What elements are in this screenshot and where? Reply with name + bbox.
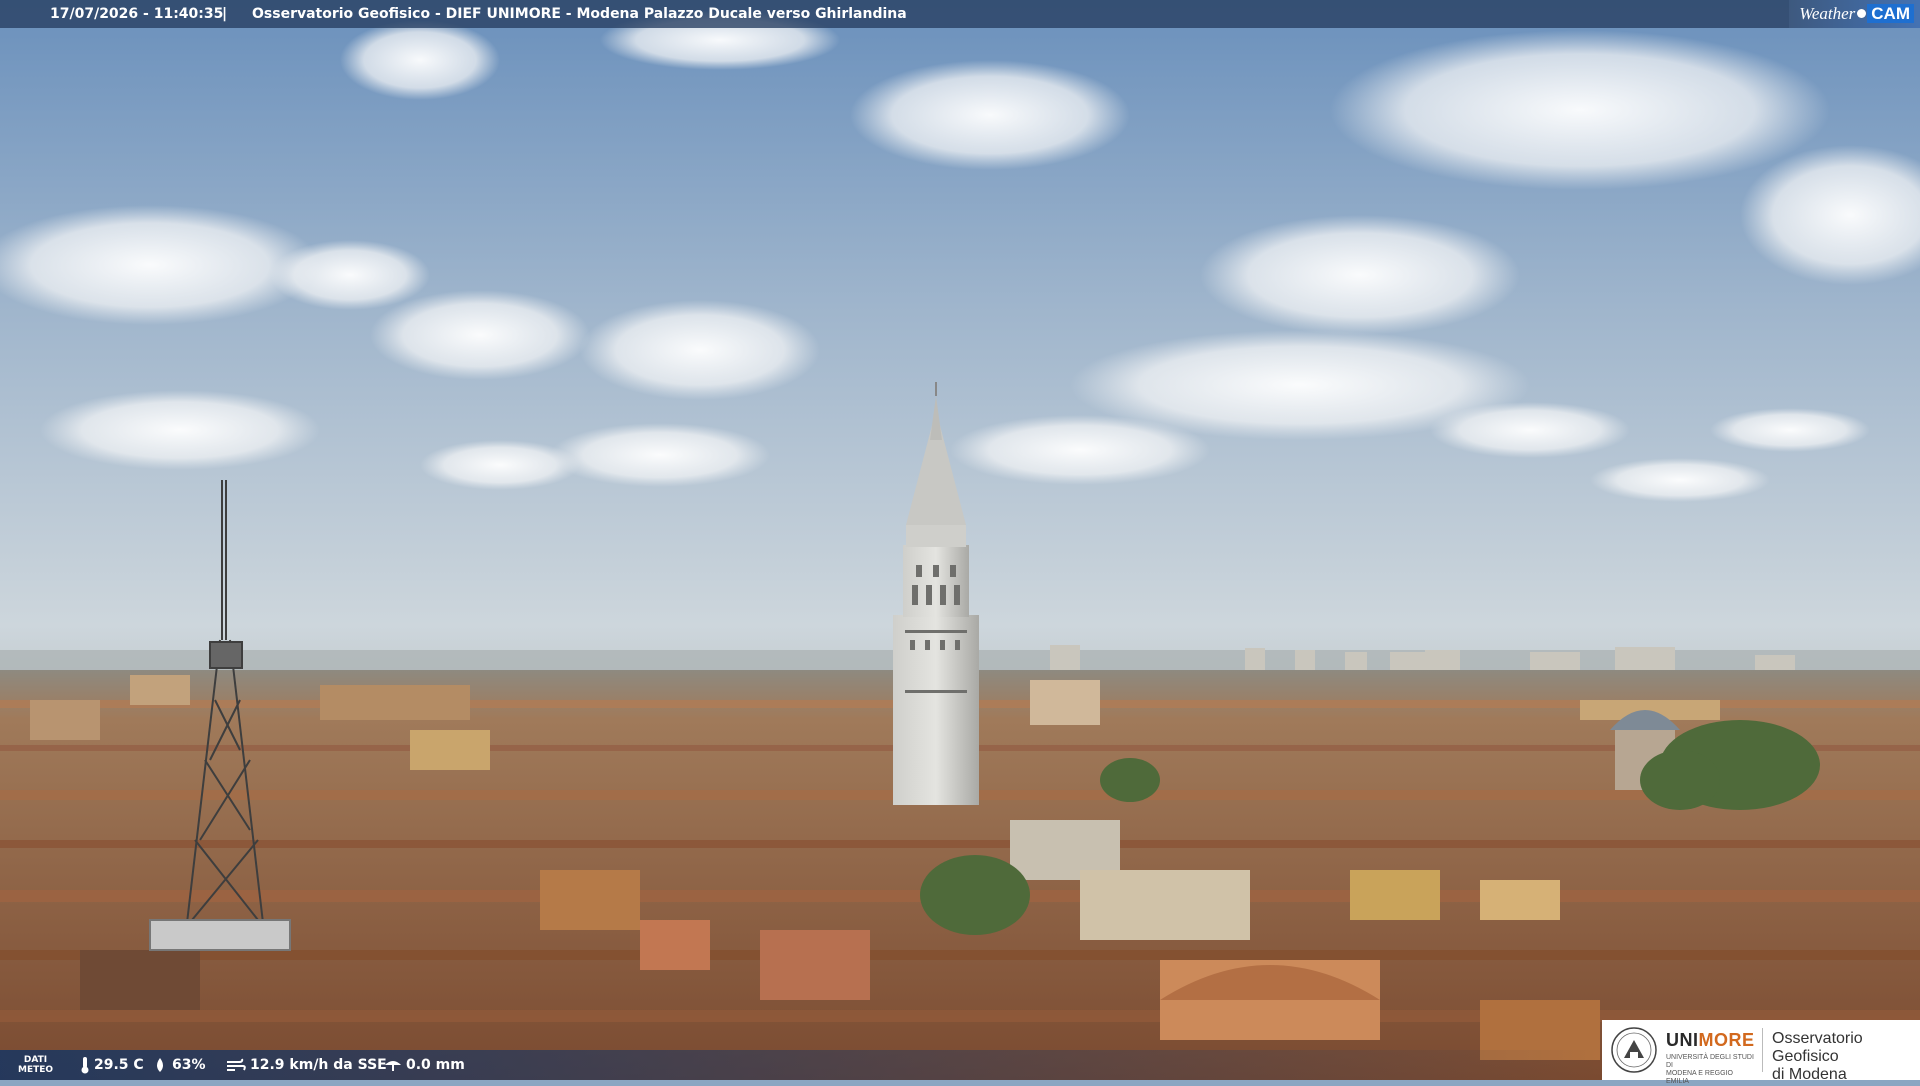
humidity-drop-icon (157, 1058, 163, 1072)
wind-icon (227, 1058, 246, 1071)
rain-icon (385, 1061, 401, 1071)
camera-title: Osservatorio Geofisico - DIEF UNIMORE - … (252, 6, 907, 22)
humidity-value: 63% (172, 1057, 206, 1073)
unimore-wordmark: UNIMORE (1666, 1030, 1755, 1050)
webcam-scene (0, 0, 1920, 1080)
brand-cam: CAM (1867, 4, 1914, 23)
university-seal-icon (1611, 1027, 1657, 1073)
dati-meteo-label: DATI METEO (18, 1055, 54, 1075)
title-separator: | (222, 6, 228, 22)
rain-readout: 0.0 mm (384, 1050, 465, 1080)
logo-divider (1762, 1028, 1763, 1072)
unimore-subtitle: UNIVERSITÀ DEGLI STUDI DI MODENA E REGGI… (1666, 1054, 1754, 1085)
overlay-top-bar: 17/07/2026 - 11:40:35 | Osservatorio Geo… (0, 0, 1920, 28)
temperature-readout: 29.5 C (80, 1050, 144, 1080)
brand-weather: Weather (1799, 4, 1856, 23)
brand-dot-icon (1857, 9, 1867, 18)
wind-value: 12.9 km/h da SSE (250, 1057, 387, 1073)
weather-data-bar: DATI METEO 29.5 C 63% 12.9 km/h da SSE 0… (0, 1050, 1600, 1080)
thermometer-icon (81, 1057, 89, 1074)
timestamp: 17/07/2026 - 11:40:35 (50, 6, 224, 22)
weathercam-logo: Weather CAM (1789, 0, 1920, 28)
humidity-readout: 63% (152, 1050, 206, 1080)
observatory-name: Osservatorio Geofisico di Modena (1772, 1030, 1863, 1083)
rain-value: 0.0 mm (406, 1057, 465, 1073)
wind-readout: 12.9 km/h da SSE (226, 1050, 387, 1080)
unimore-logo: UNIMORE UNIVERSITÀ DEGLI STUDI DI MODENA… (1602, 1020, 1920, 1085)
temperature-value: 29.5 C (94, 1057, 144, 1073)
